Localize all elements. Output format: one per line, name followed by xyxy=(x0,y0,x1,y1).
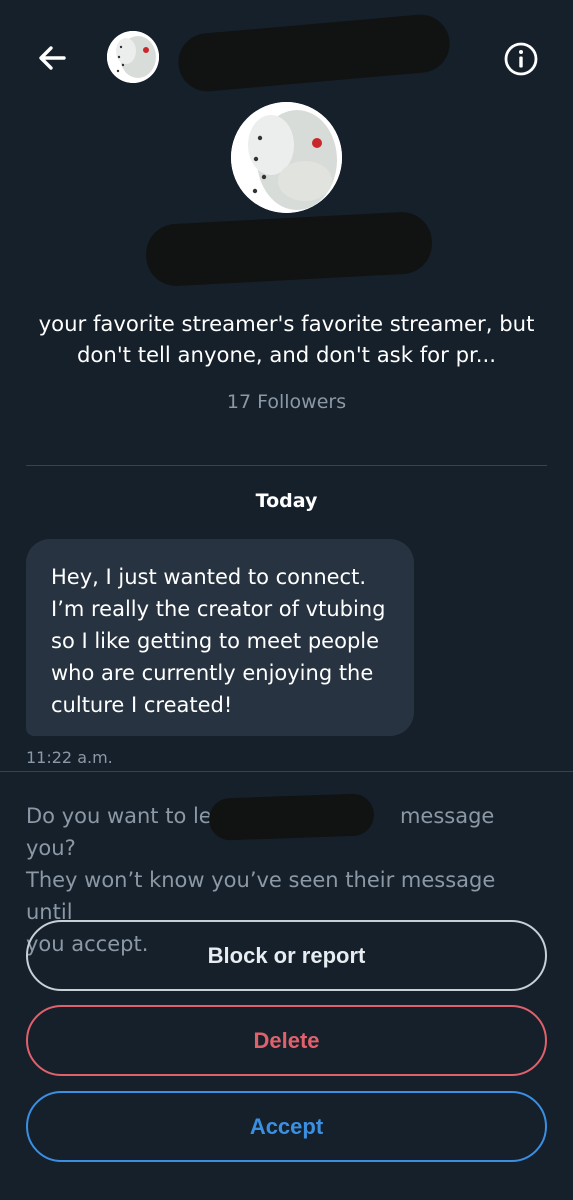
redacted-request-name xyxy=(208,793,375,841)
redacted-display-name xyxy=(175,12,453,94)
accept-button[interactable]: Accept xyxy=(26,1091,547,1162)
info-circle-icon xyxy=(504,42,538,76)
message-line: I’m really the creator of vtubing xyxy=(51,597,386,621)
delete-button[interactable]: Delete xyxy=(26,1005,547,1076)
arrow-left-icon xyxy=(39,46,66,70)
message-line: Hey, I just wanted to connect. xyxy=(51,565,367,589)
avatar-image xyxy=(107,31,159,83)
back-button[interactable] xyxy=(30,36,74,80)
block-or-report-button[interactable]: Block or report xyxy=(26,920,547,991)
conversation-header xyxy=(0,0,573,116)
header-avatar[interactable] xyxy=(107,31,159,83)
profile-divider xyxy=(26,465,547,466)
request-divider xyxy=(0,771,573,772)
followers-count[interactable]: 17 Followers xyxy=(0,389,573,415)
profile-avatar[interactable] xyxy=(231,102,342,213)
message-line: culture I created! xyxy=(51,693,233,717)
request-prompt-start: Do you want to let xyxy=(26,804,220,828)
request-prompt-line-2: They won’t know you’ve seen their messag… xyxy=(26,868,496,924)
avatar-image xyxy=(231,102,342,213)
message-bubble[interactable]: Hey, I just wanted to connect. I’m reall… xyxy=(26,539,414,736)
redacted-profile-name xyxy=(144,210,434,288)
message-line: so I like getting to meet people xyxy=(51,629,380,653)
profile-bio: your favorite streamer's favorite stream… xyxy=(38,311,535,367)
date-separator: Today xyxy=(255,490,318,512)
message-timestamp: 11:22 a.m. xyxy=(26,748,113,767)
conversation-info-button[interactable] xyxy=(500,38,542,80)
message-line: who are currently enjoying the xyxy=(51,661,374,685)
